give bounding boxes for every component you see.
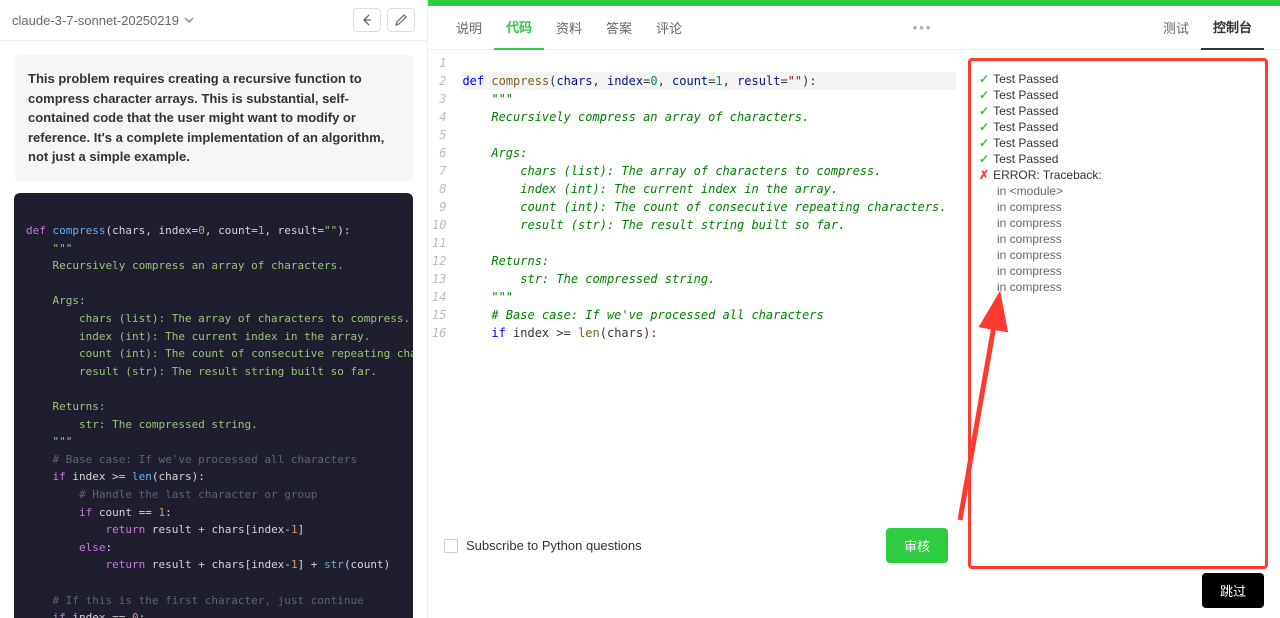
- bottom-row: Subscribe to Python questions 审核: [428, 518, 964, 573]
- pencil-icon: [394, 13, 408, 27]
- left-body: This problem requires creating a recursi…: [0, 41, 427, 618]
- back-button[interactable]: [353, 8, 381, 32]
- console-panel: ✓Test Passed✓Test Passed✓Test Passed✓Tes…: [968, 58, 1268, 569]
- tab-答案[interactable]: 答案: [594, 6, 644, 50]
- left-header: claude-3-7-sonnet-20250219: [0, 0, 427, 41]
- back-arrow-icon: [360, 13, 374, 27]
- tab-bar: 说明代码资料答案评论 ••• 测试控制台: [428, 6, 1280, 50]
- left-panel: claude-3-7-sonnet-20250219 This problem …: [0, 0, 428, 618]
- check-icon: ✓: [979, 120, 989, 134]
- rtab-测试[interactable]: 测试: [1151, 6, 1201, 50]
- rtab-控制台[interactable]: 控制台: [1201, 6, 1264, 50]
- skip-button[interactable]: 跳过: [1202, 573, 1264, 608]
- tab-资料[interactable]: 资料: [544, 6, 594, 50]
- tab-评论[interactable]: 评论: [644, 6, 694, 50]
- edit-button[interactable]: [387, 8, 415, 32]
- console-line: ✓Test Passed: [979, 71, 1257, 87]
- console-line: in compress: [979, 279, 1257, 295]
- right-panel: 说明代码资料答案评论 ••• 测试控制台 1234567891011121314…: [428, 0, 1280, 618]
- subscribe-checkbox[interactable]: [444, 539, 458, 553]
- editor-column: 12345678910111213141516 def compress(cha…: [428, 50, 964, 573]
- code-editor[interactable]: 12345678910111213141516 def compress(cha…: [428, 50, 964, 518]
- more-menu[interactable]: •••: [905, 20, 941, 35]
- tab-说明[interactable]: 说明: [444, 6, 494, 50]
- check-icon: ✓: [979, 72, 989, 86]
- header-buttons: [353, 8, 415, 32]
- console-line: in compress: [979, 199, 1257, 215]
- console-line: ✗ERROR: Traceback:: [979, 167, 1257, 183]
- check-icon: ✓: [979, 104, 989, 118]
- line-gutter: 12345678910111213141516: [428, 50, 454, 518]
- console-line: in <module>: [979, 183, 1257, 199]
- model-name: claude-3-7-sonnet-20250219: [12, 13, 179, 28]
- explanation-box: This problem requires creating a recursi…: [14, 55, 413, 181]
- editor-code[interactable]: def compress(chars, index=0, count=1, re…: [454, 50, 964, 518]
- console-line: in compress: [979, 247, 1257, 263]
- check-icon: ✓: [979, 88, 989, 102]
- code-block-dark: def compress(chars, index=0, count=1, re…: [14, 193, 413, 618]
- console-line: in compress: [979, 231, 1257, 247]
- chevron-down-icon: [183, 14, 195, 26]
- console-line: ✓Test Passed: [979, 87, 1257, 103]
- model-selector[interactable]: claude-3-7-sonnet-20250219: [12, 13, 195, 28]
- main-area: 12345678910111213141516 def compress(cha…: [428, 50, 1280, 573]
- console-line: ✓Test Passed: [979, 103, 1257, 119]
- check-icon: ✓: [979, 152, 989, 166]
- console-line: ✓Test Passed: [979, 135, 1257, 151]
- console-line: ✓Test Passed: [979, 119, 1257, 135]
- subscribe-label: Subscribe to Python questions: [466, 538, 642, 553]
- console-line: ✓Test Passed: [979, 151, 1257, 167]
- review-button[interactable]: 审核: [886, 528, 948, 563]
- console-line: in compress: [979, 215, 1257, 231]
- x-icon: ✗: [979, 168, 989, 182]
- console-line: in compress: [979, 263, 1257, 279]
- tab-代码[interactable]: 代码: [494, 6, 544, 50]
- check-icon: ✓: [979, 136, 989, 150]
